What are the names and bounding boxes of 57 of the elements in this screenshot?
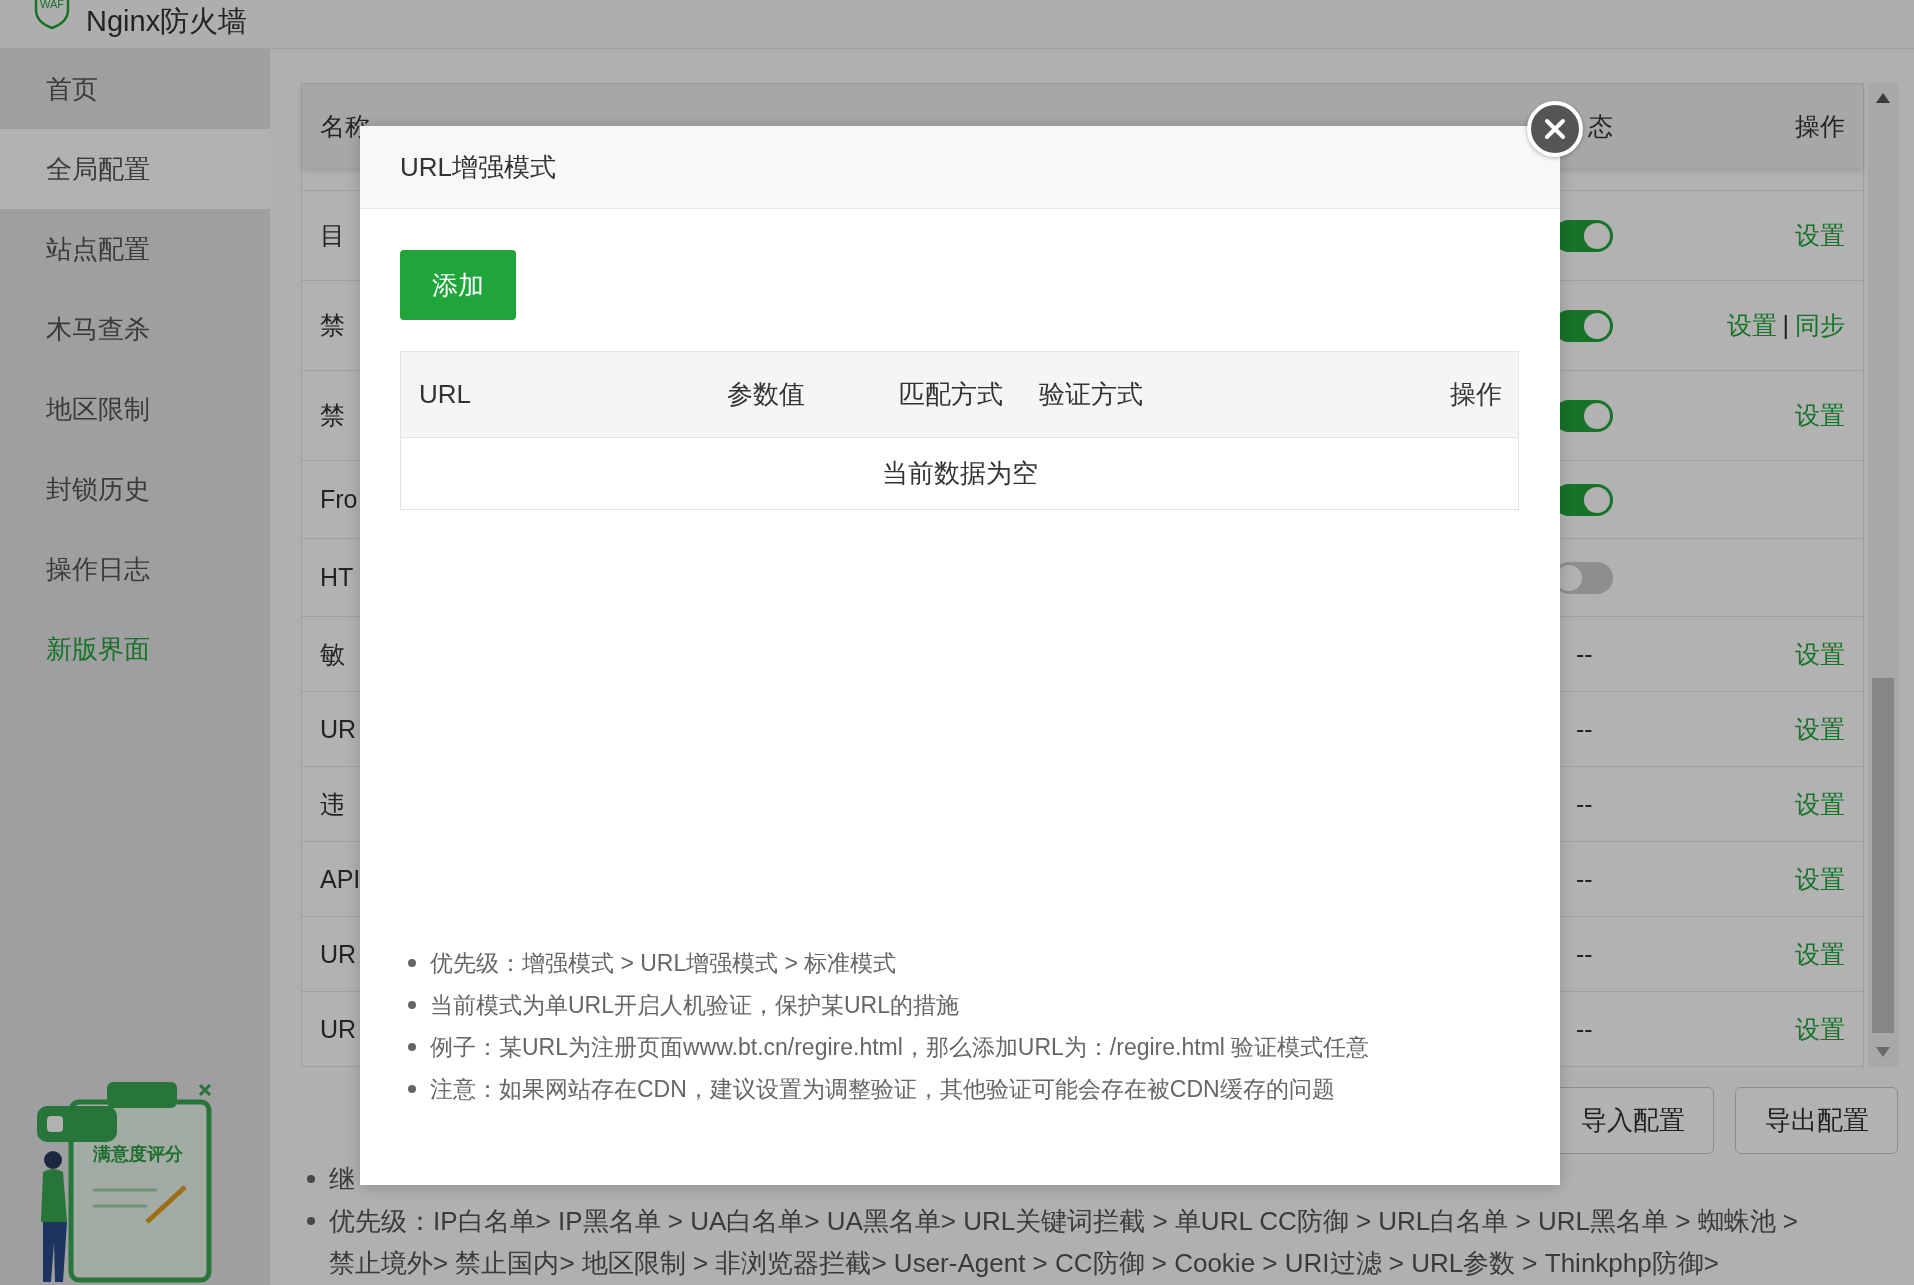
bullet-icon: [408, 1001, 416, 1009]
shield-logo-icon: WAF: [32, 0, 72, 30]
note-text: 继: [329, 1163, 355, 1196]
settings-link[interactable]: 设置: [1795, 1014, 1845, 1043]
note-text: 当前模式为单URL开启人机验证，保护某URL的措施: [430, 990, 960, 1020]
rule-name: UR: [320, 939, 357, 968]
settings-link[interactable]: 设置: [1795, 939, 1845, 968]
column-header: 参数值: [726, 378, 806, 411]
settings-link[interactable]: 设置: [1726, 311, 1777, 339]
rule-name: 违: [320, 789, 345, 818]
note-text: 优先级：增强模式 > URL增强模式 > 标准模式: [430, 948, 897, 978]
status-text: --: [1576, 1014, 1593, 1043]
column-header: 操作: [1449, 378, 1503, 411]
rule-name: 禁: [320, 311, 345, 339]
scroll-up-icon[interactable]: [1876, 93, 1890, 103]
note-text: 注意：如果网站存在CDN，建议设置为调整验证，其他验证可能会存在被CDN缓存的问题: [430, 1074, 1335, 1104]
settings-link[interactable]: 设置: [1795, 639, 1845, 668]
empty-message: 当前数据为空: [881, 457, 1038, 490]
column-header: URL: [418, 379, 472, 410]
status-text: --: [1576, 789, 1593, 818]
scrollbar[interactable]: [1868, 83, 1898, 1067]
bullet-icon: [307, 1217, 315, 1225]
bullet-icon: [408, 1043, 416, 1051]
rule-name: API: [320, 864, 361, 893]
settings-link[interactable]: 设置: [1795, 221, 1845, 249]
bullet-icon: [408, 1085, 416, 1093]
note-text: 优先级：IP白名单> IP黑名单 > UA白名单> UA黑名单> URL关键词拦截 > 单URL CC防御 > URL白名单 > URL黑名单 > 蜘蛛池 > 禁止境外> 禁止国内> 地区限制 > 非浏览器拦截> User-Agent > CC防御 > Cookie > URI过滤 > URL参数 > Thinkphp防御>: [329, 1205, 1799, 1280]
rating-label: 满意度评分: [93, 1143, 183, 1166]
status-text: --: [1576, 864, 1593, 893]
rule-name: 敏: [320, 639, 345, 668]
sidebar-item[interactable]: 全局配置: [0, 129, 270, 209]
column-header: 验证方式: [1038, 378, 1144, 411]
rule-name: 禁: [320, 401, 345, 429]
status-text: --: [1576, 714, 1593, 743]
status-text: --: [1576, 639, 1593, 668]
settings-link[interactable]: 设置: [1795, 401, 1845, 429]
link-separator: |: [1782, 311, 1789, 339]
settings-link[interactable]: 设置: [1795, 714, 1845, 743]
status-text: --: [1576, 939, 1593, 968]
rule-name: UR: [320, 714, 357, 743]
column-header: 态: [1588, 111, 1613, 140]
dialog-title: URL增强模式: [400, 150, 556, 184]
settings-link[interactable]: 同步: [1795, 311, 1845, 339]
config-button[interactable]: 导出配置: [1735, 1087, 1898, 1154]
rule-name: 目: [320, 221, 345, 249]
rule-name: HT: [320, 563, 354, 591]
note-text: 例子：某URL为注册页面www.bt.cn/regire.html，那么添加URL为：/regire.html 验证模式任意: [430, 1032, 1370, 1062]
column-header: 操作: [1795, 111, 1845, 140]
settings-link[interactable]: 设置: [1795, 864, 1845, 893]
rule-name: Fro: [320, 485, 358, 513]
app-title: Nginx防火墙: [86, 4, 248, 38]
rule-name: UR: [320, 1014, 357, 1043]
bullet-icon: [307, 1175, 315, 1183]
bullet-icon: [408, 959, 416, 967]
settings-link[interactable]: 设置: [1795, 789, 1845, 818]
column-header: 匹配方式: [898, 378, 1004, 411]
add-button[interactable]: 添加: [400, 250, 516, 320]
